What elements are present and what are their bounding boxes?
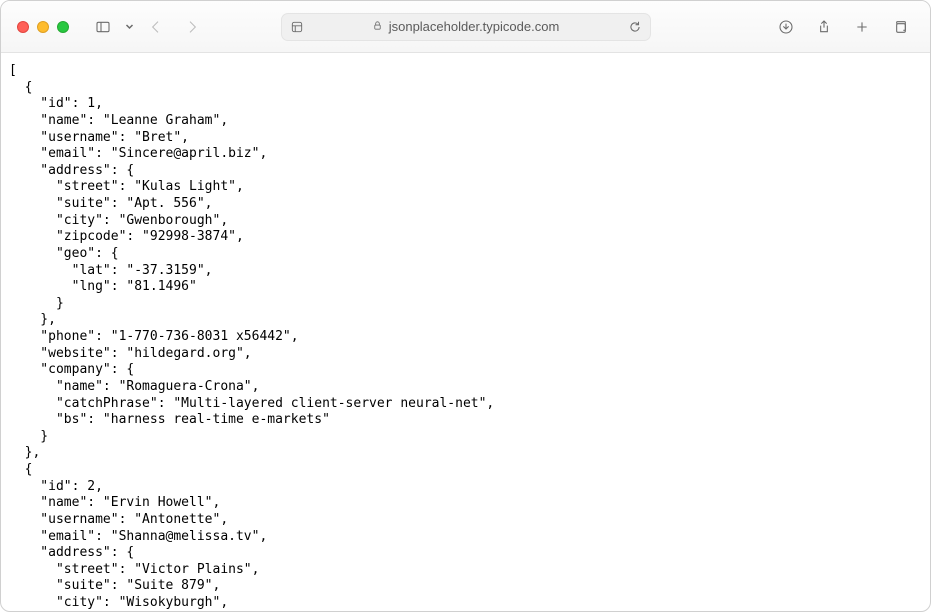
- forward-button[interactable]: [178, 13, 206, 41]
- address-bar[interactable]: jsonplaceholder.typicode.com: [281, 13, 651, 41]
- share-button[interactable]: [810, 13, 838, 41]
- tab-overview-button[interactable]: [886, 13, 914, 41]
- reload-button[interactable]: [628, 20, 642, 34]
- back-button[interactable]: [142, 13, 170, 41]
- toolbar-right: [772, 13, 914, 41]
- window-controls: [17, 21, 69, 33]
- privacy-report-icon[interactable]: [290, 20, 304, 34]
- lock-icon: [372, 19, 383, 34]
- sidebar-toggle-button[interactable]: [89, 13, 117, 41]
- close-window-button[interactable]: [17, 21, 29, 33]
- fullscreen-window-button[interactable]: [57, 21, 69, 33]
- browser-window: jsonplaceholder.typicode.com [ { "id": 1…: [0, 0, 931, 612]
- tab-group-menu-button[interactable]: [125, 18, 134, 36]
- page-content-json[interactable]: [ { "id": 1, "name": "Leanne Graham", "u…: [1, 53, 930, 611]
- toolbar: jsonplaceholder.typicode.com: [1, 1, 930, 53]
- downloads-button[interactable]: [772, 13, 800, 41]
- address-bar-domain: jsonplaceholder.typicode.com: [389, 19, 560, 34]
- minimize-window-button[interactable]: [37, 21, 49, 33]
- new-tab-button[interactable]: [848, 13, 876, 41]
